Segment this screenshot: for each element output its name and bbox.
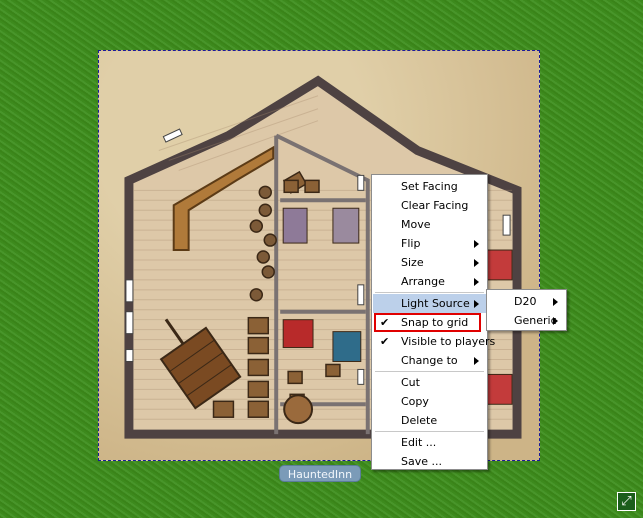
menu-item-copy[interactable]: Copy: [373, 392, 486, 411]
menu-item-visible-to-players[interactable]: ✔ Visible to players: [373, 332, 495, 351]
menu-separator: [375, 371, 484, 372]
context-menu: Set Facing Clear Facing Move Flip Size A…: [371, 174, 495, 471]
menu-item-label: Save ...: [401, 455, 442, 468]
menu-item-label: Flip: [401, 237, 421, 250]
menu-separator: [375, 431, 484, 432]
menu-item-flip[interactable]: Flip: [373, 234, 486, 253]
menu-item-label: Arrange: [401, 275, 445, 288]
menu-item-label: Set Facing: [401, 180, 458, 193]
check-icon: ✔: [380, 316, 390, 329]
menu-item-label: Light Source: [401, 297, 470, 310]
menu-item-label: D20: [514, 295, 537, 308]
menu-item-light-source[interactable]: Light Source: [373, 294, 486, 313]
menu-item-move[interactable]: Move: [373, 215, 486, 234]
submenu-arrow-icon: [474, 240, 479, 248]
submenu-arrow-icon: [474, 278, 479, 286]
menu-item-snap-to-grid[interactable]: ✔ Snap to grid: [373, 313, 486, 332]
menu-item-label: Edit ...: [401, 436, 437, 449]
submenu-item-generic[interactable]: Generic: [488, 311, 565, 330]
menu-item-label: Snap to grid: [401, 316, 469, 329]
menu-item-label: Change to: [401, 354, 458, 367]
submenu-item-d20[interactable]: D20: [488, 292, 565, 311]
menu-item-label: Clear Facing: [401, 199, 469, 212]
check-icon: ✔: [380, 335, 390, 348]
menu-item-label: Copy: [401, 395, 429, 408]
menu-item-change-to[interactable]: Change to: [373, 351, 486, 370]
menu-item-arrange[interactable]: Arrange: [373, 272, 486, 291]
menu-item-label: Visible to players: [401, 335, 496, 348]
submenu-arrow-icon: [553, 298, 558, 306]
menu-separator: [375, 292, 484, 293]
menu-item-label: Size: [401, 256, 424, 269]
menu-item-clear-facing[interactable]: Clear Facing: [373, 196, 486, 215]
round-table: [283, 394, 314, 425]
menu-item-label: Move: [401, 218, 431, 231]
submenu-arrow-icon: [474, 259, 479, 267]
menu-item-label: Generic: [514, 314, 557, 327]
menu-item-set-facing[interactable]: Set Facing: [373, 177, 486, 196]
submenu-arrow-icon: [474, 357, 479, 365]
menu-item-cut[interactable]: Cut: [373, 373, 486, 392]
menu-item-label: Delete: [401, 414, 438, 427]
menu-item-label: Cut: [401, 376, 420, 389]
submenu-arrow-icon: [553, 317, 558, 325]
token-name-label: HauntedInn: [279, 465, 361, 482]
menu-item-size[interactable]: Size: [373, 253, 486, 272]
menu-item-delete[interactable]: Delete: [373, 411, 486, 430]
resize-icon[interactable]: ⤢: [617, 492, 636, 511]
menu-item-save[interactable]: Save ...: [373, 452, 486, 471]
submenu-arrow-icon: [474, 300, 479, 308]
light-source-submenu: D20 Generic: [486, 289, 567, 331]
menu-item-edit[interactable]: Edit ...: [373, 433, 486, 452]
